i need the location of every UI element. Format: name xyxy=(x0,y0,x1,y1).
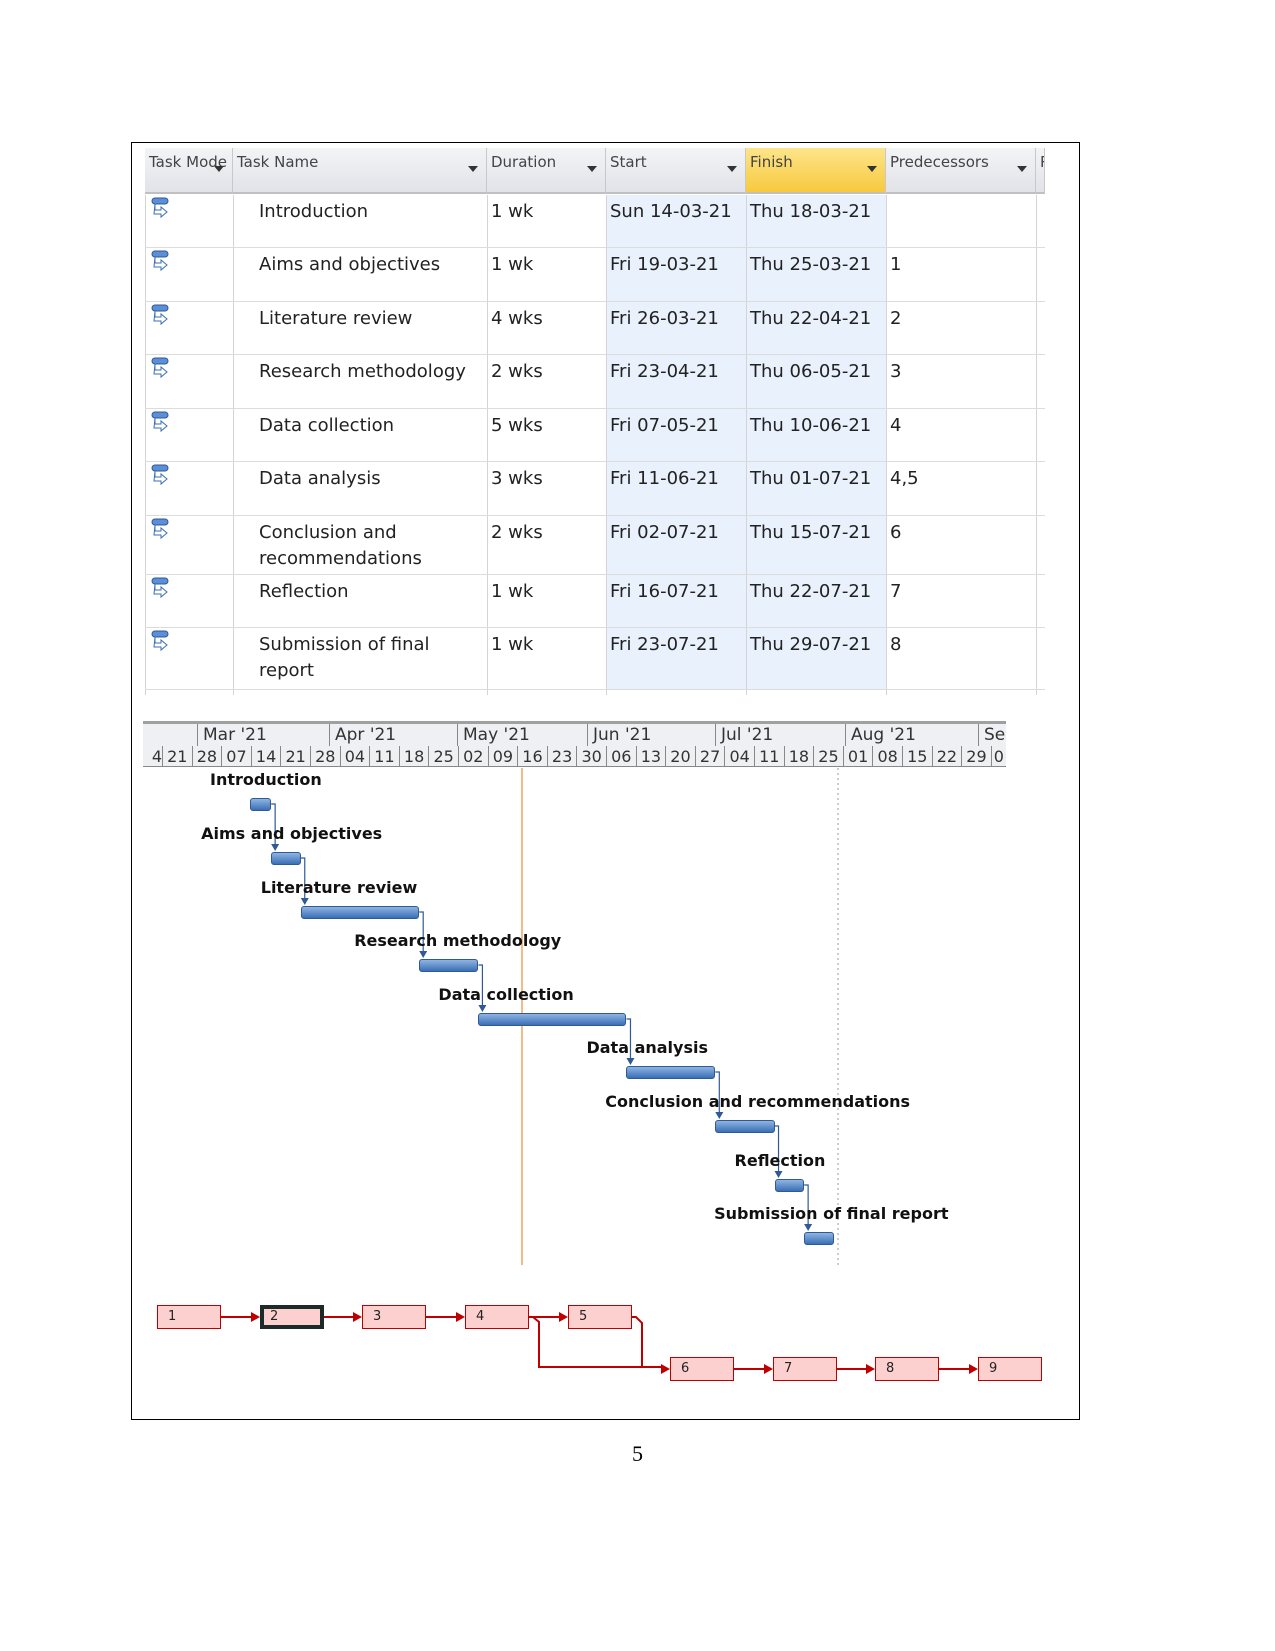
network-node[interactable]: 7 xyxy=(773,1357,837,1381)
network-node[interactable]: 3 xyxy=(362,1305,426,1329)
network-node[interactable]: 9 xyxy=(978,1357,1042,1381)
page-number: 5 xyxy=(632,1441,643,1466)
dependency-arrow-icon xyxy=(300,898,309,905)
network-node[interactable]: 4 xyxy=(465,1305,529,1329)
network-arrow-icon xyxy=(353,1312,362,1322)
network-link xyxy=(632,1316,664,1368)
task-bar[interactable] xyxy=(774,1179,805,1192)
dependency-arrow-icon xyxy=(715,1112,724,1119)
task-bar[interactable] xyxy=(715,1120,775,1133)
task-bar-label: Aims and objectives xyxy=(201,824,383,843)
network-arrow-icon xyxy=(866,1364,875,1374)
network-arrow-icon xyxy=(456,1312,465,1322)
dependency-arrow-icon xyxy=(774,1171,783,1178)
dependency-arrow-icon xyxy=(478,1005,487,1012)
task-bar[interactable] xyxy=(626,1066,716,1079)
network-node[interactable]: 2 xyxy=(260,1305,324,1329)
task-bar[interactable] xyxy=(478,1013,627,1026)
network-arrow-icon xyxy=(559,1312,568,1322)
task-bar[interactable] xyxy=(250,798,272,811)
task-bar[interactable] xyxy=(804,1232,834,1245)
task-bar-label: Conclusion and recommendations xyxy=(605,1092,911,1111)
gantt-chart xyxy=(221,768,978,1374)
network-node[interactable]: 5 xyxy=(568,1305,632,1329)
dependency-arrow-icon xyxy=(626,1058,635,1065)
task-bar[interactable] xyxy=(419,959,479,972)
network-arrow-icon xyxy=(969,1364,978,1374)
task-bar-label: Research methodology xyxy=(354,931,562,950)
document-page: Task Mode Task Name Duration Start Finish Pre… xyxy=(0,0,1275,1651)
network-node[interactable]: 8 xyxy=(875,1357,939,1381)
dependency-arrow-icon xyxy=(419,951,428,958)
task-bar-label: Data analysis xyxy=(586,1038,708,1057)
task-bar-label: Data collection xyxy=(438,985,574,1004)
task-bar-label: Introduction xyxy=(210,770,322,789)
task-bar-label: Literature review xyxy=(260,878,418,897)
task-bar[interactable] xyxy=(300,906,420,919)
network-arrow-icon xyxy=(251,1312,260,1322)
network-node[interactable]: 6 xyxy=(670,1357,734,1381)
task-bar-label: Submission of final report xyxy=(714,1204,949,1223)
task-bar[interactable] xyxy=(271,852,301,865)
network-arrow-icon xyxy=(764,1364,773,1374)
task-bar-label: Reflection xyxy=(734,1151,826,1170)
dependency-arrow-icon xyxy=(271,844,280,851)
network-arrow-icon xyxy=(661,1364,670,1374)
dependency-arrow-icon xyxy=(804,1224,813,1231)
network-node[interactable]: 1 xyxy=(157,1305,221,1329)
